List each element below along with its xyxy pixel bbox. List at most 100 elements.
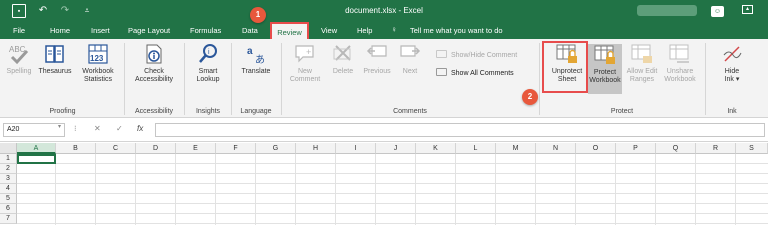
- ribbon-separator: [539, 43, 540, 115]
- row-header[interactable]: 6: [0, 204, 17, 214]
- delete-comment-label: Delete: [332, 68, 354, 75]
- unshare-workbook-button[interactable]: Unshare Workbook: [662, 43, 698, 84]
- worksheet-grid: ABCDEFGHIJKLMNOPQRS 1234567: [0, 143, 768, 225]
- column-header[interactable]: G: [256, 143, 296, 154]
- show-hide-comment-label: Show/Hide Comment: [451, 52, 518, 59]
- tab-file[interactable]: File: [13, 26, 25, 35]
- tab-insert[interactable]: Insert: [91, 26, 110, 35]
- account-avatar-icon[interactable]: ☺: [711, 6, 724, 17]
- column-header[interactable]: K: [416, 143, 456, 154]
- column-header[interactable]: Q: [656, 143, 696, 154]
- unshare-workbook-icon: [669, 43, 691, 65]
- smart-lookup-button[interactable]: i Smart Lookup: [190, 43, 226, 84]
- tab-help[interactable]: Help: [357, 26, 372, 35]
- new-comment-label: New: [297, 68, 312, 75]
- column-header[interactable]: C: [96, 143, 136, 154]
- next-comment-label: Next: [402, 68, 418, 75]
- row-header[interactable]: 3: [0, 174, 17, 184]
- delete-comment-button[interactable]: Delete: [328, 43, 358, 76]
- ribbon-separator: [281, 43, 282, 115]
- column-header[interactable]: L: [456, 143, 496, 154]
- smart-lookup-icon: i: [197, 43, 219, 65]
- column-header[interactable]: E: [176, 143, 216, 154]
- enter-icon[interactable]: ✓: [116, 124, 123, 133]
- svg-text:あ: あ: [255, 54, 265, 65]
- workbook-statistics-button[interactable]: 123 Workbook Statistics: [80, 43, 116, 84]
- tab-review[interactable]: Review: [270, 22, 309, 39]
- row-header[interactable]: 7: [0, 214, 17, 224]
- row-header[interactable]: 5: [0, 194, 17, 204]
- column-header[interactable]: P: [616, 143, 656, 154]
- delete-comment-icon: [332, 43, 354, 65]
- new-comment-label-2: Comment: [289, 76, 321, 83]
- formula-bar: A20 ▾ ⁝ ✕ ✓ fx: [0, 118, 768, 142]
- group-protect: Protect: [610, 108, 634, 115]
- group-insights: Insights: [195, 108, 221, 115]
- tell-me-search[interactable]: Tell me what you want to do: [410, 26, 503, 35]
- protect-workbook-label-2: Workbook: [589, 77, 621, 84]
- row-header[interactable]: 1: [0, 154, 17, 164]
- column-header[interactable]: I: [336, 143, 376, 154]
- next-comment-button[interactable]: Next: [396, 43, 424, 76]
- column-header[interactable]: F: [216, 143, 256, 154]
- group-language: Language: [240, 108, 272, 115]
- hide-ink-button[interactable]: Hide Ink ▾: [714, 43, 750, 84]
- translate-button[interactable]: aあ Translate: [238, 43, 274, 76]
- smart-lookup-label: Smart: [198, 68, 218, 75]
- previous-comment-label: Previous: [363, 68, 391, 75]
- show-all-comments-icon: [436, 68, 447, 76]
- title-bar: ▪ ↶ ↷ ⩡ document.xlsx - Excel ☺ ▴: [0, 0, 768, 22]
- group-comments: Comments: [393, 108, 427, 115]
- allow-edit-ranges-button[interactable]: Allow Edit Ranges: [623, 43, 661, 84]
- thesaurus-button[interactable]: Thesaurus: [38, 43, 72, 76]
- name-box-dropdown-icon[interactable]: ▾: [58, 123, 61, 130]
- ribbon-separator: [705, 43, 706, 115]
- column-header[interactable]: N: [536, 143, 576, 154]
- column-header[interactable]: A: [17, 143, 56, 154]
- show-all-comments-label: Show All Comments: [451, 70, 514, 77]
- ribbon-display-icon[interactable]: ▴: [742, 5, 753, 14]
- cells-area[interactable]: [17, 154, 768, 225]
- more-options-icon: ⁝: [74, 124, 77, 133]
- svg-text:+: +: [306, 47, 311, 57]
- new-comment-button[interactable]: + New Comment: [288, 43, 322, 84]
- show-all-comments-button[interactable]: Show All Comments: [436, 68, 514, 77]
- ribbon-separator: [124, 43, 125, 115]
- protect-workbook-icon: [594, 44, 616, 66]
- name-box[interactable]: A20: [3, 123, 65, 137]
- tab-formulas[interactable]: Formulas: [190, 26, 221, 35]
- unshare-workbook-label-2: Workbook: [664, 76, 696, 83]
- protect-workbook-button[interactable]: Protect Workbook: [588, 44, 622, 94]
- tab-view[interactable]: View: [321, 26, 337, 35]
- tab-data[interactable]: Data: [242, 26, 258, 35]
- previous-comment-button[interactable]: Previous: [362, 43, 392, 76]
- tab-home[interactable]: Home: [50, 26, 70, 35]
- cancel-icon[interactable]: ✕: [94, 124, 101, 133]
- insert-function-icon[interactable]: fx: [137, 124, 143, 133]
- hide-ink-label-2: Ink ▾: [724, 76, 740, 83]
- group-ink: Ink: [727, 108, 737, 115]
- column-header[interactable]: H: [296, 143, 336, 154]
- row-header[interactable]: 4: [0, 184, 17, 194]
- column-header[interactable]: S: [736, 143, 768, 154]
- spelling-label: Spelling: [6, 68, 32, 75]
- spelling-button[interactable]: ABC Spelling: [6, 43, 32, 76]
- thesaurus-label: Thesaurus: [38, 68, 72, 75]
- row-header[interactable]: 2: [0, 164, 17, 174]
- hide-ink-icon: [721, 43, 743, 65]
- column-header[interactable]: R: [696, 143, 736, 154]
- workbook-statistics-label-2: Statistics: [83, 76, 112, 83]
- translate-icon: aあ: [245, 43, 267, 66]
- column-header[interactable]: O: [576, 143, 616, 154]
- column-header[interactable]: B: [56, 143, 96, 154]
- user-account[interactable]: [637, 5, 697, 16]
- check-accessibility-button[interactable]: Check Accessibility: [129, 43, 179, 84]
- column-header[interactable]: M: [496, 143, 536, 154]
- column-header[interactable]: D: [136, 143, 176, 154]
- formula-input[interactable]: [155, 123, 765, 137]
- select-all-corner[interactable]: [0, 143, 17, 154]
- show-hide-comment-button[interactable]: Show/Hide Comment: [436, 50, 517, 59]
- tab-page-layout[interactable]: Page Layout: [128, 26, 170, 35]
- group-proofing: Proofing: [49, 108, 76, 115]
- column-header[interactable]: J: [376, 143, 416, 154]
